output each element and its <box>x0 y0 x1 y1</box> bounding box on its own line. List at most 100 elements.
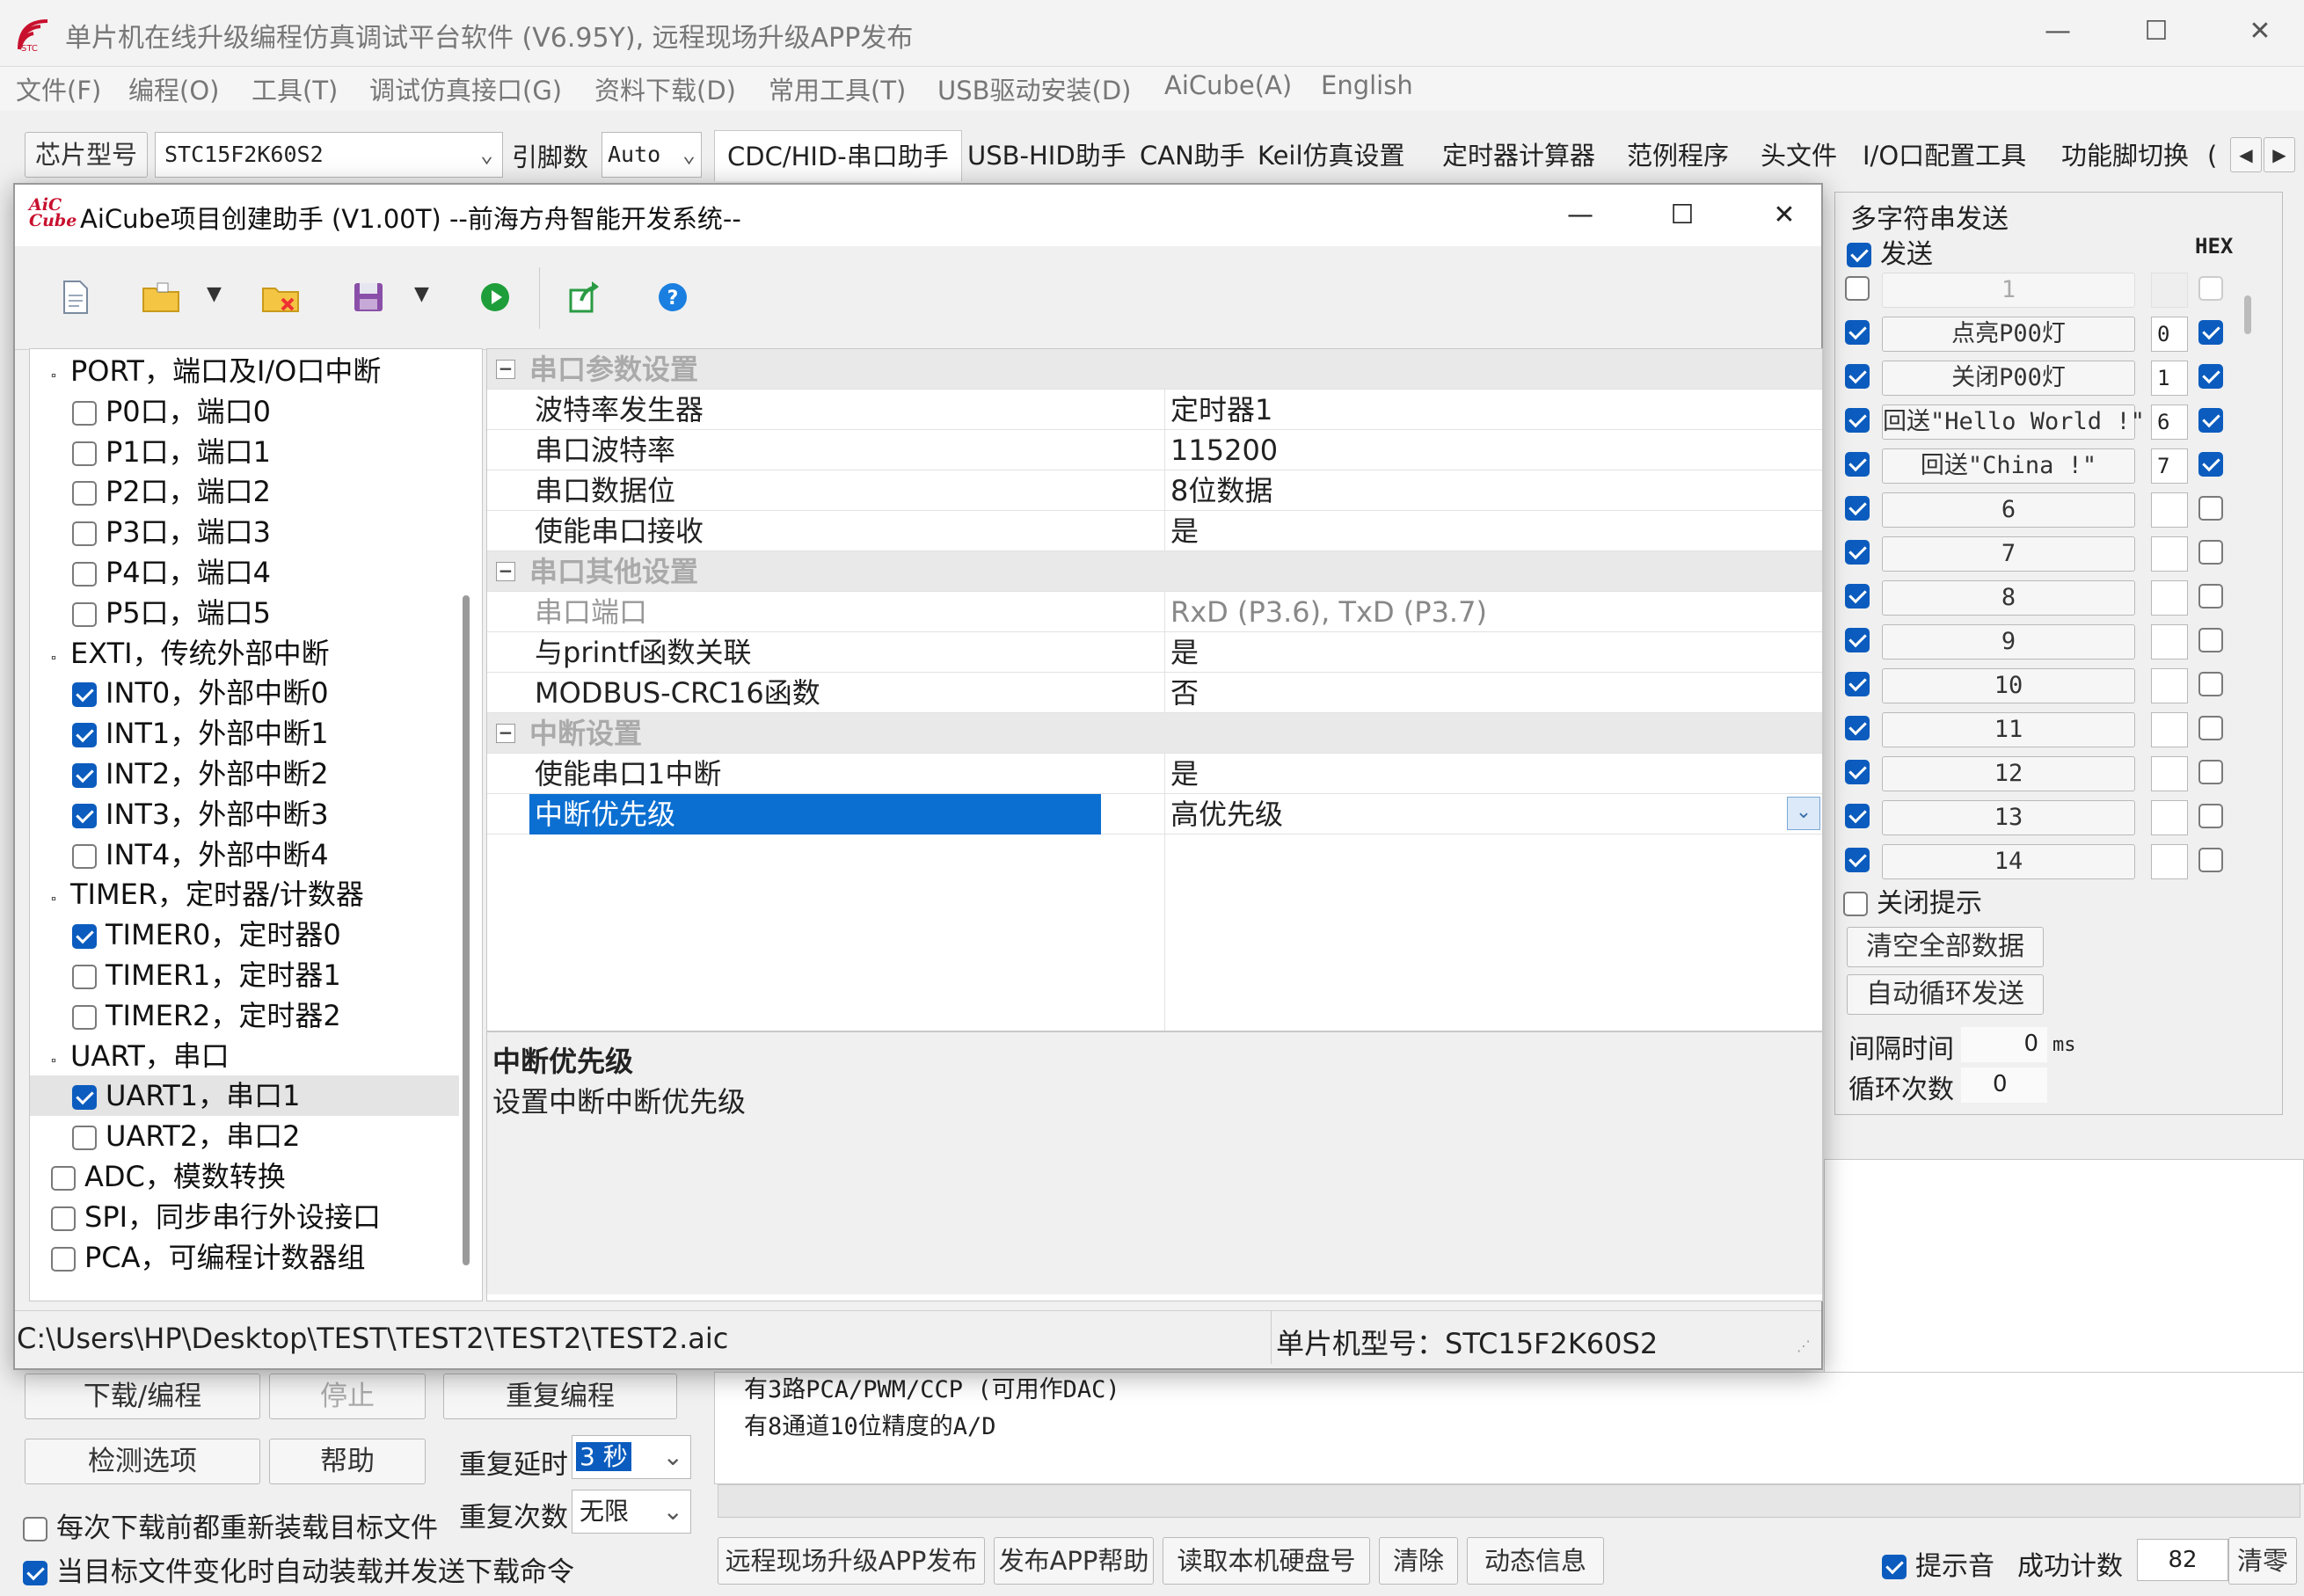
send-string-button[interactable]: 1 <box>1882 273 2135 308</box>
tree-checkbox[interactable] <box>72 1126 97 1151</box>
check-options-button[interactable]: 检测选项 <box>25 1439 260 1484</box>
send-row-shortcut[interactable] <box>2151 536 2188 572</box>
property-row[interactable]: 波特率发生器 定时器1 <box>487 390 1822 430</box>
app-help-button[interactable]: 发布APP帮助 <box>994 1537 1154 1585</box>
tree-checkbox[interactable] <box>72 1085 97 1111</box>
send-row-checkbox[interactable] <box>1845 848 1870 872</box>
property-category[interactable]: − 串口其他设置 <box>487 551 1822 592</box>
hex-checkbox[interactable] <box>2198 628 2223 652</box>
send-row-shortcut[interactable] <box>2151 668 2188 703</box>
repeat-program-button[interactable]: 重复编程 <box>443 1374 677 1419</box>
tab-can[interactable]: CAN助手 <box>1127 130 1258 181</box>
tree-item[interactable]: TIMER2，定时器2 <box>30 995 459 1036</box>
menu-common-tools[interactable]: 常用工具(T) <box>769 70 906 107</box>
expand-icon[interactable]: ⬞ <box>51 878 70 919</box>
tree-item[interactable]: UART1，串口1 <box>30 1075 459 1117</box>
tree-checkbox[interactable] <box>72 1004 97 1030</box>
send-row-checkbox[interactable] <box>1845 276 1870 301</box>
send-row-checkbox[interactable] <box>1845 672 1870 696</box>
send-string-button[interactable]: 6 <box>1882 492 2135 528</box>
property-row[interactable]: 与printf函数关联 是 <box>487 632 1822 673</box>
tree-item[interactable]: TIMER0，定时器0 <box>30 915 459 955</box>
tree-checkbox[interactable] <box>72 601 97 627</box>
tab-scroll-left-icon[interactable]: ◀ <box>2230 137 2262 172</box>
send-row-checkbox[interactable] <box>1845 584 1870 609</box>
send-string-button[interactable]: 12 <box>1882 756 2135 791</box>
send-row-shortcut[interactable]: 7 <box>2151 448 2188 484</box>
tree-checkbox[interactable] <box>72 400 97 426</box>
property-row[interactable]: 中断优先级 高优先级 ⌄ <box>487 794 1822 834</box>
send-row-shortcut[interactable] <box>2151 800 2188 835</box>
tree-item[interactable]: ⬞ PORT，端口及I/O口中断 <box>30 351 459 391</box>
tree-checkbox[interactable] <box>72 481 97 506</box>
read-disk-button[interactable]: 读取本机硬盘号 <box>1163 1537 1370 1585</box>
tree-checkbox[interactable] <box>72 441 97 466</box>
scrollbar-thumb[interactable] <box>2244 295 2251 334</box>
send-row-shortcut[interactable] <box>2151 580 2188 616</box>
send-string-button[interactable]: 9 <box>1882 624 2135 660</box>
tree-item[interactable]: P5口，端口5 <box>30 593 459 633</box>
sound-checkbox[interactable]: 提示音 <box>1882 1544 1994 1583</box>
tab-examples[interactable]: 范例程序 <box>1615 130 1741 181</box>
tree-item[interactable]: ⬞ TIMER，定时器/计数器 <box>30 874 459 915</box>
send-row-shortcut[interactable] <box>2151 624 2188 660</box>
tree-item[interactable]: SPI，同步串行外设接口 <box>30 1197 459 1237</box>
tab-keil-sim[interactable]: Keil仿真设置 <box>1245 130 1418 181</box>
chip-model-select[interactable]: STC15F2K60S2 ⌄ <box>155 132 503 178</box>
property-value[interactable]: 定时器1 <box>1164 390 1822 430</box>
tab-timer-calc[interactable]: 定时器计算器 <box>1430 130 1608 181</box>
tree-checkbox[interactable] <box>72 723 97 748</box>
hex-checkbox[interactable] <box>2198 320 2223 345</box>
tree-item[interactable]: INT3，外部中断3 <box>30 794 459 834</box>
tree-item[interactable]: P1口，端口1 <box>30 432 459 472</box>
tree-item[interactable]: ADC，模数转换 <box>30 1156 459 1197</box>
tree-item[interactable]: INT1，外部中断1 <box>30 713 459 754</box>
expand-icon[interactable]: ⬞ <box>51 355 70 396</box>
menu-debug[interactable]: 调试仿真接口(G) <box>369 70 562 107</box>
tree-item[interactable]: P3口，端口3 <box>30 512 459 552</box>
property-row[interactable]: 串口端口 RxD (P3.6), TxD (P3.7) <box>487 592 1822 632</box>
remote-upgrade-button[interactable]: 远程现场升级APP发布 <box>718 1537 985 1585</box>
help-icon[interactable]: ? <box>652 276 694 318</box>
close-folder-icon[interactable] <box>259 276 302 318</box>
tab-io-config[interactable]: I/O口配置工具 <box>1850 130 2038 181</box>
property-row[interactable]: 使能串口接收 是 <box>487 511 1822 551</box>
auto-loop-button[interactable]: 自动循环发送 <box>1847 974 2044 1015</box>
expand-icon[interactable]: ⬞ <box>51 1040 70 1081</box>
tree-checkbox[interactable] <box>51 1206 76 1231</box>
send-row-checkbox[interactable] <box>1845 496 1870 521</box>
auto-load-checkbox[interactable]: 当目标文件变化时自动装载并发送下载命令 <box>23 1549 574 1589</box>
send-string-button[interactable]: 回送"Hello World !" <box>1882 404 2145 440</box>
tree-checkbox[interactable] <box>72 521 97 547</box>
hex-checkbox[interactable] <box>2198 408 2223 433</box>
tree-checkbox[interactable] <box>72 682 97 708</box>
send-string-button[interactable]: 10 <box>1882 668 2135 703</box>
send-row-checkbox[interactable] <box>1845 540 1870 565</box>
clear-count-button[interactable]: 清零 <box>2228 1537 2297 1585</box>
tree-item[interactable]: ⬞ UART，串口 <box>30 1036 459 1076</box>
dynamic-info-button[interactable]: 动态信息 <box>1467 1537 1604 1585</box>
tree-checkbox[interactable] <box>72 924 97 950</box>
run-icon[interactable] <box>474 276 516 318</box>
property-category[interactable]: − 中断设置 <box>487 713 1822 754</box>
interval-input[interactable]: 0 <box>1961 1027 2047 1062</box>
minimize-button[interactable]: — <box>2031 12 2084 51</box>
tree-item[interactable]: PCA，可编程计数器组 <box>30 1237 459 1278</box>
close-button[interactable]: ✕ <box>2234 12 2286 51</box>
hex-checkbox[interactable] <box>2198 716 2223 740</box>
menu-english[interactable]: English <box>1321 70 1413 100</box>
send-row-checkbox[interactable] <box>1845 804 1870 828</box>
property-value[interactable]: 8位数据 <box>1164 470 1822 511</box>
maximize-button[interactable]: ☐ <box>2130 12 2183 51</box>
stop-button[interactable]: 停止 <box>269 1374 426 1419</box>
send-row-checkbox[interactable] <box>1845 452 1870 477</box>
send-row-shortcut[interactable]: 1 <box>2151 361 2188 396</box>
tree-item[interactable]: UART2，串口2 <box>30 1116 459 1156</box>
menu-tools[interactable]: 工具(T) <box>252 70 338 107</box>
collapse-icon[interactable]: − <box>496 562 515 581</box>
dropdown-arrow-icon[interactable]: ▼ <box>414 283 429 305</box>
tab-scroll-right-icon[interactable]: ▶ <box>2264 137 2295 172</box>
tree-checkbox[interactable] <box>72 562 97 587</box>
send-row-checkbox[interactable] <box>1845 320 1870 345</box>
property-value[interactable]: 高优先级 <box>1164 794 1822 834</box>
